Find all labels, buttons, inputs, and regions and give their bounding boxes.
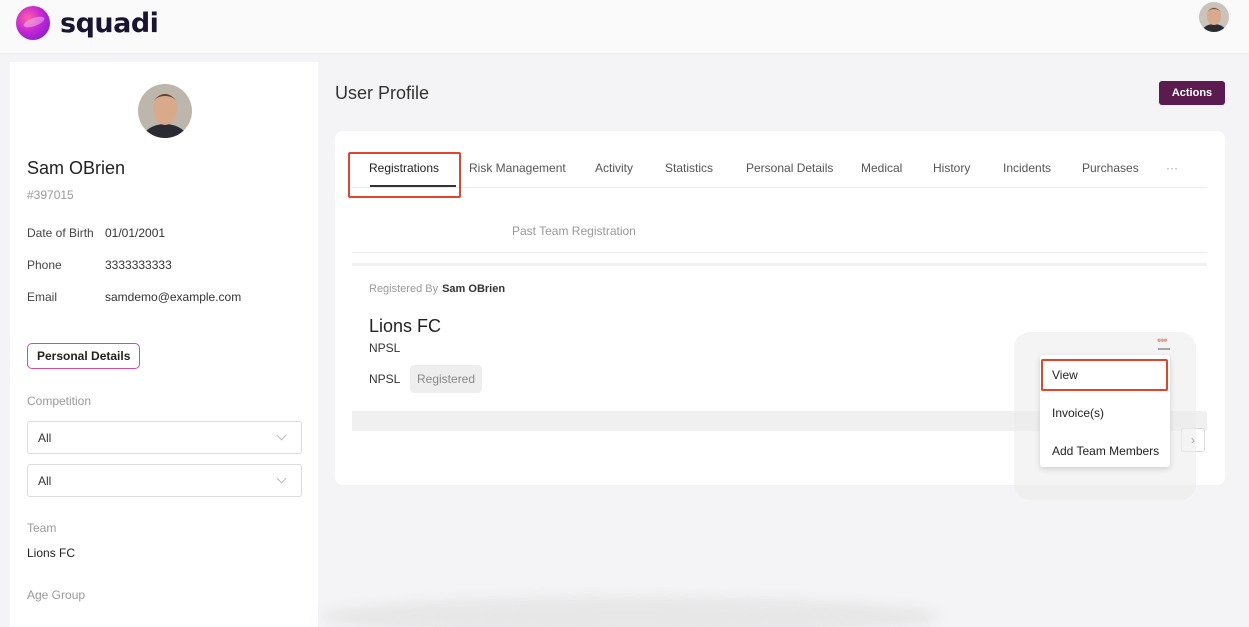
email-label: Email xyxy=(27,290,58,304)
personal-details-button[interactable]: Personal Details xyxy=(27,343,141,369)
competition-select[interactable]: All xyxy=(27,421,302,454)
competition-code: NPSL xyxy=(369,372,401,386)
tab-statistics[interactable]: Statistics xyxy=(665,161,713,175)
registered-by-label: Registered By xyxy=(369,283,439,295)
dob-row: Date of Birth 01/01/2001 xyxy=(27,226,165,240)
registration-actions-menu: View Invoice(s) Add Team Members xyxy=(1040,355,1170,467)
page-title: User Profile xyxy=(335,83,430,103)
registrations-tab-highlight xyxy=(348,152,461,198)
secondary-filter-value: All xyxy=(38,474,52,488)
user-id: #397015 xyxy=(27,188,74,202)
tab-bar: Registrations Risk Management Activity S… xyxy=(352,131,1207,188)
logo-text: squadi xyxy=(60,7,159,39)
tab-activity[interactable]: Activity xyxy=(595,161,633,175)
tab-purchases[interactable]: Purchases xyxy=(1082,161,1139,175)
age-group-label: Age Group xyxy=(27,588,86,602)
profile-avatar xyxy=(138,84,192,138)
logo-icon xyxy=(16,6,50,40)
phone-row: Phone 3333333333 xyxy=(27,258,172,272)
secondary-filter-select[interactable]: All xyxy=(27,464,302,497)
email-value: samdemo@example.com xyxy=(105,290,242,304)
bottom-shadow xyxy=(320,597,940,627)
tab-more[interactable]: ··· xyxy=(1166,161,1178,175)
menu-item-add-team-members[interactable]: Add Team Members xyxy=(1052,444,1159,458)
phone-label: Phone xyxy=(27,258,62,272)
phone-value: 3333333333 xyxy=(105,258,172,272)
subtab-past-team-registration[interactable]: Past Team Registration xyxy=(512,224,636,238)
competition-select-value: All xyxy=(38,431,52,445)
menu-item-view[interactable]: View xyxy=(1052,368,1078,382)
chevron-down-icon xyxy=(276,473,287,484)
club-association: NPSL xyxy=(369,341,401,355)
team-value: Lions FC xyxy=(27,546,76,560)
tab-personal-details[interactable]: Personal Details xyxy=(746,161,833,175)
user-avatar[interactable] xyxy=(1199,2,1229,32)
subtab-row: Past Team Registration xyxy=(352,217,1207,253)
tab-history[interactable]: History xyxy=(933,161,970,175)
tab-medical[interactable]: Medical xyxy=(861,161,902,175)
top-bar: squadi xyxy=(0,0,1249,54)
registered-by: Registered By Sam OBrien xyxy=(369,283,505,295)
dob-label: Date of Birth xyxy=(27,226,94,240)
chevron-down-icon xyxy=(276,430,287,441)
tab-risk-management[interactable]: Risk Management xyxy=(469,161,566,175)
email-row: Email samdemo@example.com xyxy=(27,290,241,304)
dob-value: 01/01/2001 xyxy=(105,226,166,240)
registered-by-name: Sam OBrien xyxy=(442,283,506,295)
squadi-logo[interactable]: squadi xyxy=(16,6,159,40)
actions-button[interactable]: Actions xyxy=(1159,81,1225,105)
team-label: Team xyxy=(27,521,57,535)
club-name: Lions FC xyxy=(369,316,442,336)
user-name: Sam OBrien xyxy=(27,158,126,178)
competition-label: Competition xyxy=(27,394,92,408)
status-badge: Registered xyxy=(410,365,483,393)
tab-incidents[interactable]: Incidents xyxy=(1003,161,1051,175)
menu-item-invoices[interactable]: Invoice(s) xyxy=(1052,406,1104,420)
profile-sidebar: Sam OBrien #397015 Date of Birth 01/01/2… xyxy=(10,62,318,627)
